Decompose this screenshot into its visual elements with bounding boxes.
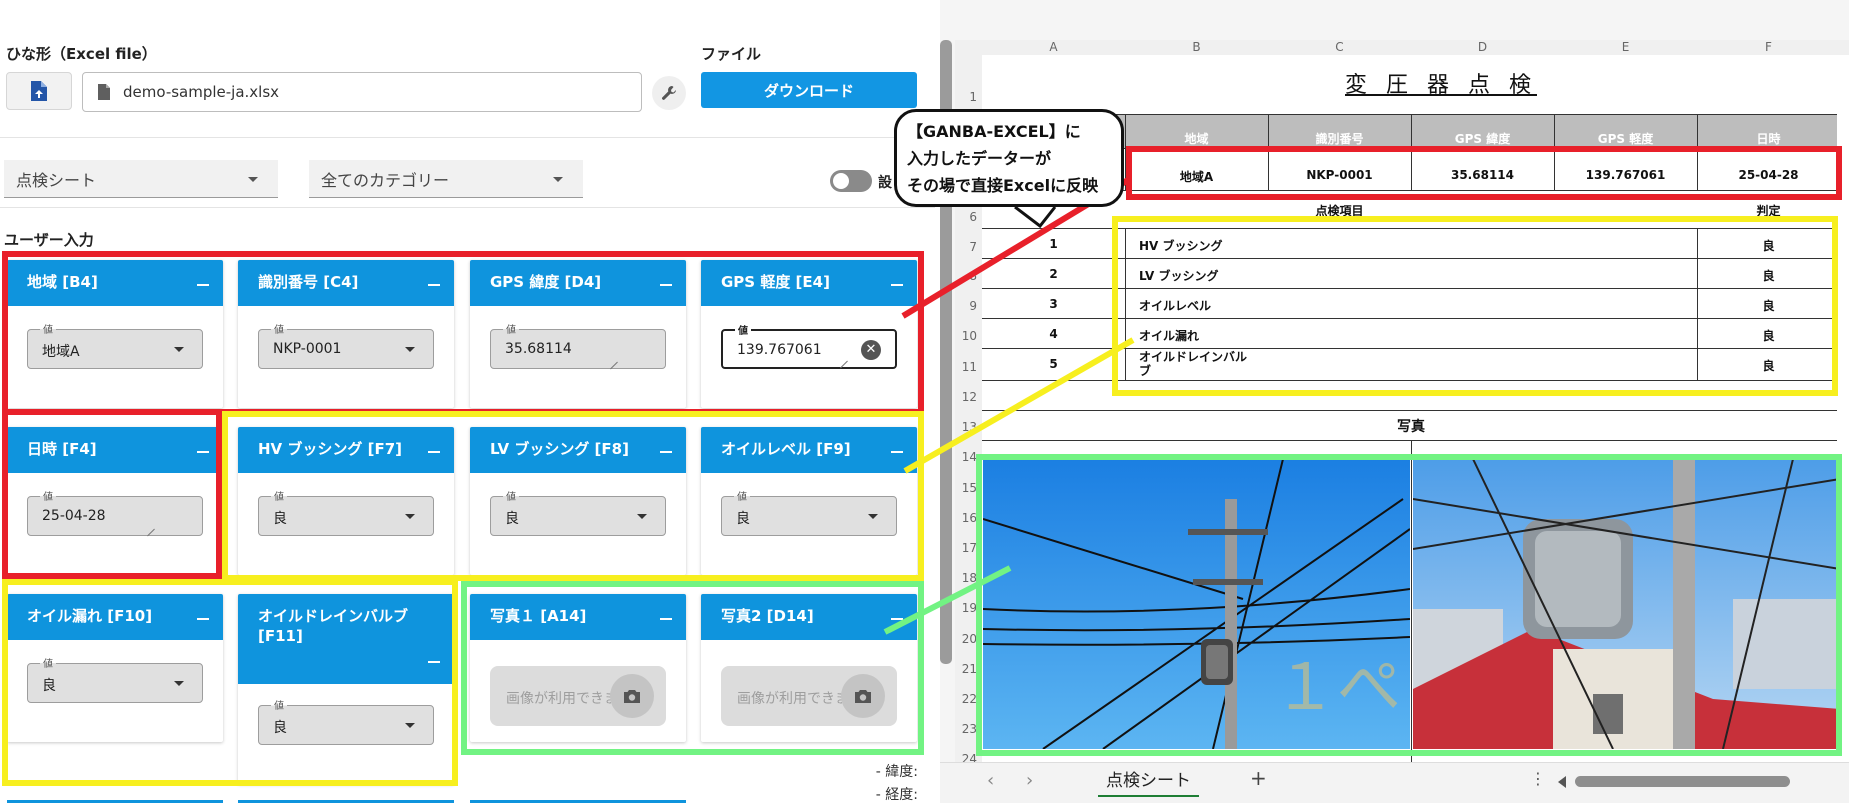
callout-tail [1014, 205, 1057, 229]
callout-line: 入力したデーターが [907, 149, 1052, 168]
yellow-highlight-box-lower [2, 579, 458, 786]
excel-red-highlight-box [1126, 146, 1842, 200]
callout-line: その場で直接Excelに反映 [907, 176, 1099, 195]
excel-green-highlight-box [976, 454, 1842, 756]
green-highlight-box [461, 581, 924, 755]
yellow-highlight-box [222, 411, 924, 581]
callout-line: 【GANBA-EXCEL】に [907, 122, 1081, 141]
callout-bubble: 【GANBA-EXCEL】に 入力したデーターが その場で直接Excelに反映 [894, 109, 1124, 207]
red-highlight-box-lower [2, 409, 222, 579]
red-highlight-box [2, 251, 924, 415]
yellow-connector-line [903, 337, 1135, 474]
excel-yellow-highlight-box [1112, 216, 1838, 396]
